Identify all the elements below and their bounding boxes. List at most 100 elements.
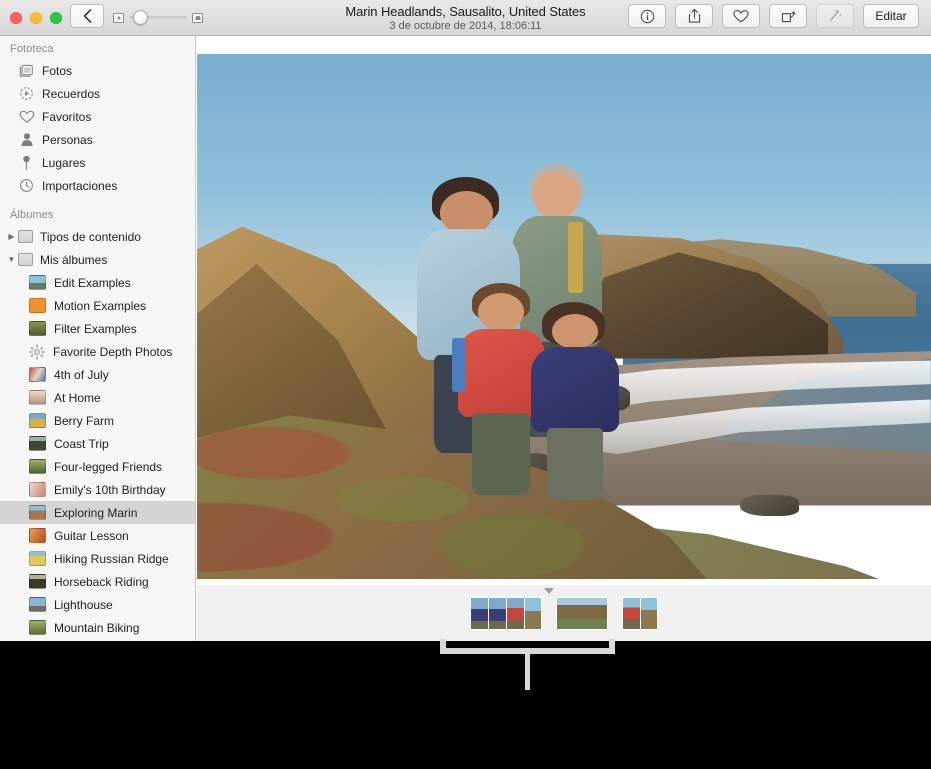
rotate-icon	[781, 11, 796, 23]
sidebar-item-fotos[interactable]: Fotos	[0, 59, 195, 82]
sidebar-album-horseback-riding[interactable]: Horseback Riding	[0, 570, 195, 593]
thumbnail-large-icon	[192, 13, 203, 23]
filmstrip-group[interactable]	[556, 597, 608, 630]
sidebar-album-label: Exploring Marin	[54, 505, 138, 520]
sidebar-item-lugares[interactable]: Lugares	[0, 151, 195, 174]
filmstrip-thumbnail[interactable]	[556, 597, 608, 630]
pin-icon	[18, 154, 35, 171]
photo-rock	[740, 495, 799, 516]
sidebar-section-albums: Álbumes	[10, 209, 54, 221]
sidebar-item-label: Importaciones	[42, 178, 118, 193]
sidebar-album-favorite-depth-photos[interactable]: Favorite Depth Photos	[0, 340, 195, 363]
sidebar-album-label: Hiking Russian Ridge	[54, 551, 169, 566]
page-title: Marin Headlands, Sausalito, United State…	[345, 4, 586, 19]
album-thumbnail	[29, 574, 46, 589]
zoom-button[interactable]	[50, 12, 62, 24]
sidebar-folder-tipos-de-contenido[interactable]: ▶ Tipos de contenido	[0, 225, 195, 248]
photo-person-girl	[530, 302, 620, 501]
sidebar-album-label: Motion Examples	[54, 298, 147, 313]
album-thumbnail	[29, 597, 46, 612]
rotate-button[interactable]	[769, 4, 807, 28]
sidebar-item-label: Personas	[42, 132, 93, 147]
window-titlebar: Marin Headlands, Sausalito, United State…	[0, 0, 931, 36]
sidebar-item-recuerdos[interactable]: Recuerdos	[0, 82, 195, 105]
album-thumbnail	[29, 436, 46, 451]
sidebar-album-label: Edit Examples	[54, 275, 131, 290]
sidebar-album-hiking-russian-ridge[interactable]: Hiking Russian Ridge	[0, 547, 195, 570]
sidebar-album-filter-examples[interactable]: Filter Examples	[0, 317, 195, 340]
folder-icon	[18, 253, 33, 266]
zoom-slider-knob[interactable]	[133, 10, 148, 25]
sidebar-item-importaciones[interactable]: Importaciones	[0, 174, 195, 197]
heart-icon	[18, 108, 35, 125]
filmstrip-thumbnail[interactable]	[488, 597, 506, 630]
album-thumbnail	[29, 367, 46, 382]
edit-button[interactable]: Editar	[863, 4, 919, 28]
album-thumbnail	[29, 551, 46, 566]
chevron-right-icon[interactable]: ▶	[6, 232, 17, 241]
sidebar-item-label: Favoritos	[42, 109, 92, 124]
sidebar-item-label: Fotos	[42, 63, 73, 78]
sidebar-album-label: Emily's 10th Birthday	[54, 482, 166, 497]
filmstrip-group[interactable]	[470, 597, 542, 630]
current-photo-marker	[544, 588, 554, 594]
sidebar-album-label: 4th of July	[54, 367, 109, 382]
filmstrip-groups	[197, 597, 931, 630]
share-icon	[688, 8, 700, 23]
sidebar-album-mountain-biking[interactable]: Mountain Biking	[0, 616, 195, 639]
sidebar-album-at-home[interactable]: At Home	[0, 386, 195, 409]
magic-wand-icon	[830, 9, 842, 21]
sidebar-album-motion-examples[interactable]: Motion Examples	[0, 294, 195, 317]
sidebar-album-label: Coast Trip	[54, 436, 109, 451]
page-subtitle: 3 de octubre de 2014, 18:06:11	[389, 20, 542, 32]
album-thumbnail	[29, 620, 46, 635]
chevron-left-icon	[83, 9, 91, 23]
thumbnail-zoom-slider[interactable]	[113, 10, 203, 26]
favorite-button[interactable]	[722, 4, 760, 28]
album-thumbnail	[29, 528, 46, 543]
sidebar-item-personas[interactable]: Personas	[0, 128, 195, 151]
sidebar-album-four-legged-friends[interactable]: Four-legged Friends	[0, 455, 195, 478]
memories-icon	[18, 85, 35, 102]
sidebar-album-4th-of-july[interactable]: 4th of July	[0, 363, 195, 386]
filmstrip-group[interactable]	[622, 597, 658, 630]
sidebar-album-coast-trip[interactable]: Coast Trip	[0, 432, 195, 455]
filmstrip-thumbnail[interactable]	[640, 597, 658, 630]
sidebar-album-lighthouse[interactable]: Lighthouse	[0, 593, 195, 616]
sidebar-album-label: Four-legged Friends	[54, 459, 163, 474]
share-button[interactable]	[675, 4, 713, 28]
sidebar-album-exploring-marin[interactable]: Exploring Marin	[0, 501, 195, 524]
toolbar-actions: Editar	[628, 4, 919, 28]
sidebar-folder-mis-albumes[interactable]: ▼ Mis álbumes	[0, 248, 195, 271]
sidebar[interactable]: Fototeca Fotos Recuerdos Favoritos Perso…	[0, 36, 196, 641]
album-thumbnail	[29, 275, 46, 290]
heart-icon	[733, 9, 749, 22]
filmstrip-thumbnail[interactable]	[524, 597, 542, 630]
sidebar-album-label: Mountain Biking	[54, 620, 140, 635]
info-button[interactable]	[628, 4, 666, 28]
sidebar-album-berry-farm[interactable]: Berry Farm	[0, 409, 195, 432]
minimize-button[interactable]	[30, 12, 42, 24]
sidebar-folder-label: Tipos de contenido	[40, 229, 141, 244]
sidebar-item-favoritos[interactable]: Favoritos	[0, 105, 195, 128]
close-button[interactable]	[10, 12, 22, 24]
album-thumbnail	[29, 459, 46, 474]
info-icon	[640, 9, 654, 23]
photo-viewer[interactable]	[197, 54, 931, 579]
main-photo[interactable]	[197, 54, 931, 579]
filmstrip-thumbnail[interactable]	[470, 597, 488, 630]
filmstrip-thumbnail[interactable]	[506, 597, 524, 630]
chevron-down-icon[interactable]: ▼	[6, 255, 17, 264]
sidebar-album-label: Filter Examples	[54, 321, 137, 336]
thumbnail-small-icon	[113, 13, 124, 23]
back-button[interactable]	[70, 4, 104, 28]
sidebar-album-label: Favorite Depth Photos	[53, 344, 173, 359]
filmstrip[interactable]	[197, 584, 931, 641]
enhance-button[interactable]	[816, 4, 854, 28]
sidebar-album-guitar-lesson[interactable]: Guitar Lesson	[0, 524, 195, 547]
content-area	[197, 36, 931, 641]
sidebar-album-emilys-10th-birthday[interactable]: Emily's 10th Birthday	[0, 478, 195, 501]
filmstrip-thumbnail[interactable]	[622, 597, 640, 630]
album-thumbnail	[29, 505, 46, 520]
sidebar-album-edit-examples[interactable]: Edit Examples	[0, 271, 195, 294]
